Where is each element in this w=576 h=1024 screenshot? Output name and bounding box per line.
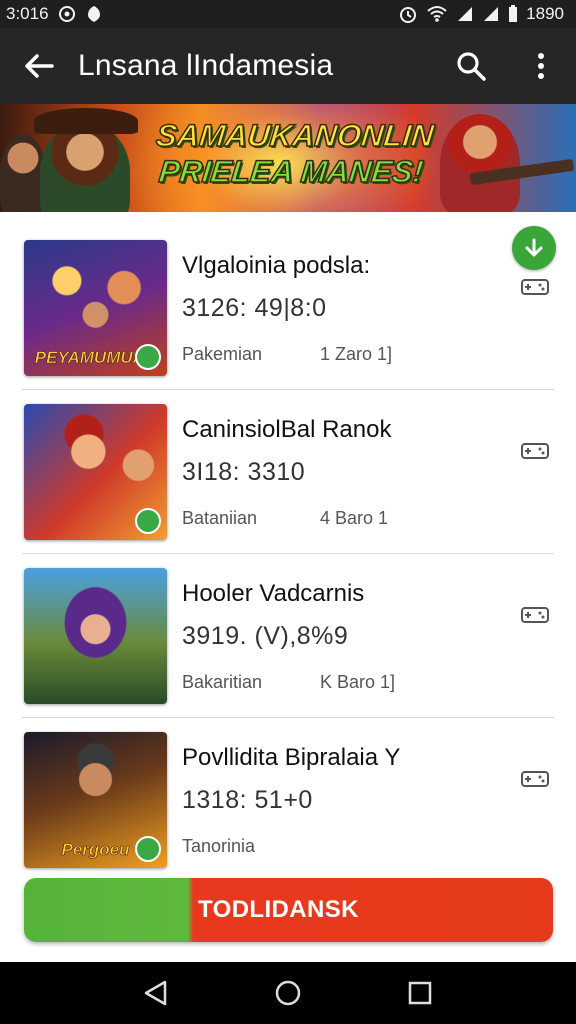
item-category: Pakemian	[182, 344, 263, 364]
promo-banner[interactable]: SAMAUKANONLIN PRIELEA MANES!	[0, 104, 576, 212]
more-vertical-icon	[538, 53, 544, 79]
arrow-down-icon	[525, 238, 543, 257]
item-count: 1318: 51+0	[182, 786, 313, 814]
verified-badge-icon	[135, 836, 161, 862]
item-count: 3126: 49|8:0	[182, 294, 327, 322]
banner-headline: SAMAUKANONLIN PRIELEA MANES!	[144, 117, 442, 190]
cta-label: TODLIDANSK	[198, 896, 359, 923]
item-category: Tanorinia	[182, 836, 256, 856]
status-time: 3:016	[6, 4, 49, 23]
search-icon	[457, 52, 486, 81]
banner-character-soldier	[440, 114, 520, 212]
item-category: Bataniian	[182, 508, 258, 528]
download-all-button[interactable]: TODLIDANSK	[24, 878, 553, 942]
nav-home-button[interactable]	[258, 963, 318, 1023]
item-date: 1 Zaro 1]	[320, 344, 393, 364]
signal-icon	[482, 5, 500, 23]
list-item[interactable]: Pergoeu Povllidita Bipralaia Y 1318: 51+…	[0, 718, 576, 882]
controller-icon[interactable]	[520, 604, 550, 628]
game-thumbnail[interactable]	[24, 404, 167, 540]
arrow-left-icon	[25, 54, 54, 78]
item-count: 3I18: 3310	[182, 458, 306, 486]
triangle-back-icon	[144, 980, 167, 1006]
controller-icon[interactable]	[520, 768, 550, 792]
verified-badge-icon	[135, 344, 161, 370]
game-thumbnail[interactable]: PEYAMUMUAE	[24, 240, 167, 376]
status-bar: 3:016 1890	[0, 0, 576, 28]
square-recents-icon	[408, 981, 432, 1005]
search-button[interactable]	[436, 28, 506, 104]
back-button[interactable]	[0, 28, 78, 104]
item-category: Bakaritian	[182, 672, 263, 692]
battery-text: 1890	[526, 4, 564, 23]
item-name: CaninsiolBal Ranok	[182, 416, 392, 443]
game-thumbnail[interactable]	[24, 568, 167, 704]
signal-icon	[456, 5, 474, 23]
banner-headline-line2: PRIELEA MANES!	[157, 153, 426, 190]
item-name: Vlgaloinia podsla:	[182, 252, 371, 279]
page-title: Lnsana lIndamesia	[78, 49, 334, 82]
alarm-icon	[398, 4, 418, 24]
alarm-clock-icon	[57, 4, 77, 24]
item-date: K Baro 1]	[320, 672, 396, 692]
game-list: PEYAMUMUAE Vlgaloinia podsla: 3126: 49|8…	[0, 226, 576, 882]
item-name: Povllidita Bipralaia Y	[182, 744, 401, 771]
banner-character-cowboy	[40, 122, 130, 212]
item-count: 3919. (V),8%9	[182, 622, 349, 650]
game-thumbnail[interactable]: Pergoeu	[24, 732, 167, 868]
download-button[interactable]	[512, 226, 556, 270]
wifi-icon	[426, 5, 448, 23]
list-item[interactable]: CaninsiolBal Ranok 3I18: 3310 Bataniian …	[0, 390, 576, 554]
shield-icon	[85, 5, 103, 23]
app-bar: Lnsana lIndamesia	[0, 28, 576, 104]
banner-hat	[34, 108, 138, 134]
overflow-menu-button[interactable]	[506, 28, 576, 104]
list-item[interactable]: PEYAMUMUAE Vlgaloinia podsla: 3126: 49|8…	[0, 226, 576, 390]
item-date: 4 Baro 1	[320, 508, 389, 528]
list-item[interactable]: Hooler Vadcarnis 3919. (V),8%9 Bakaritia…	[0, 554, 576, 718]
controller-icon[interactable]	[520, 440, 550, 464]
item-name: Hooler Vadcarnis	[182, 580, 365, 607]
nav-recents-button[interactable]	[390, 963, 450, 1023]
nav-back-button[interactable]	[126, 963, 186, 1023]
controller-icon[interactable]	[520, 276, 550, 300]
circle-home-icon	[275, 980, 301, 1006]
verified-badge-icon	[135, 508, 161, 534]
system-nav-bar	[0, 962, 576, 1024]
battery-icon	[508, 5, 518, 23]
banner-headline-line1: SAMAUKANONLIN	[154, 117, 436, 154]
